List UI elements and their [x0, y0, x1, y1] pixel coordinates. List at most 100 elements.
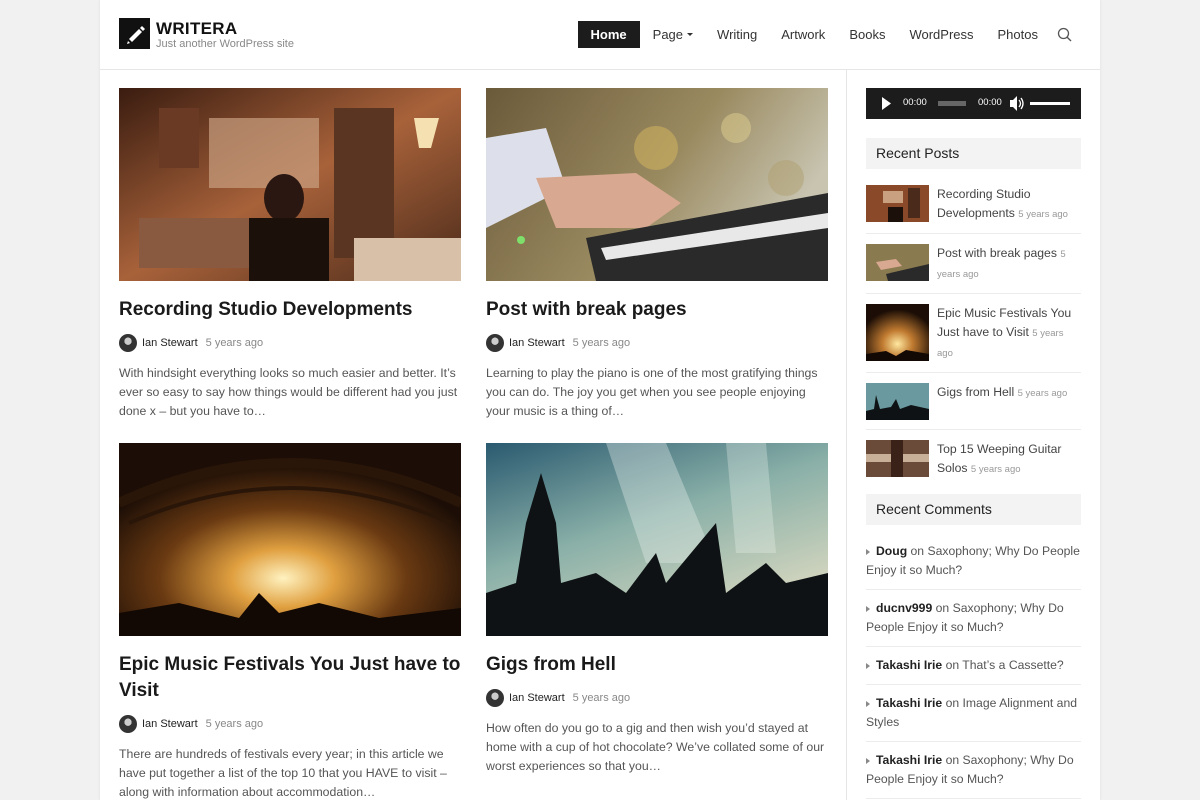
avatar [486, 334, 504, 352]
nav-item-artwork[interactable]: Artwork [769, 21, 837, 48]
recent-posts-title: Recent Posts [866, 138, 1081, 169]
comment-on: on [945, 696, 960, 710]
post-excerpt: Learning to play the piano is one of the… [486, 366, 818, 418]
post-card: Epic Music Festivals You Just have to Vi… [119, 443, 461, 800]
recent-post-time: 5 years ago [970, 464, 1021, 475]
post-meta: Ian Stewart 5 years ago [119, 714, 461, 734]
post-thumbnail-piano[interactable] [486, 88, 828, 281]
post-author[interactable]: Ian Stewart [142, 718, 198, 730]
post-title[interactable]: Gigs from Hell [486, 652, 828, 678]
post-title[interactable]: Epic Music Festivals You Just have to Vi… [119, 652, 461, 704]
comment-author[interactable]: ducnv999 [876, 601, 932, 615]
main-nav: Home Page Writing Artwork Books WordPres… [577, 21, 1074, 48]
sidebar: 00:00 00:00 Recent Posts Recording Studi… [866, 88, 1081, 799]
site-title[interactable]: WRITERA [156, 19, 237, 39]
post-title[interactable]: Recording Studio Developments [119, 297, 461, 323]
nav-item-wordpress[interactable]: WordPress [897, 21, 985, 48]
avatar [119, 334, 137, 352]
bullet-arrow-icon [866, 548, 870, 555]
recent-post-thumbnail[interactable] [866, 304, 929, 361]
list-item: ducnv999 on Saxophony; Why Do People Enj… [866, 590, 1081, 647]
pencil-icon [127, 26, 145, 44]
post-card: Post with break pages Ian Stewart 5 year… [486, 88, 828, 421]
recent-comments-title: Recent Comments [866, 494, 1081, 525]
list-item[interactable]: Top 15 Weeping Guitar Solos 5 years ago [866, 430, 1081, 488]
post-author[interactable]: Ian Stewart [142, 337, 198, 349]
volume-icon[interactable] [1010, 96, 1024, 111]
post-thumbnail-festival[interactable] [119, 443, 461, 636]
page-wrapper: WRITERA Just another WordPress site Home… [100, 0, 1100, 800]
post-time: 5 years ago [572, 337, 631, 349]
recent-post-title[interactable]: Recording Studio Developments [937, 187, 1031, 220]
nav-item-writing[interactable]: Writing [705, 21, 769, 48]
comment-author[interactable]: Doug [876, 544, 907, 558]
search-button[interactable] [1056, 26, 1074, 44]
post-thumbnail-recording-studio[interactable] [119, 88, 461, 281]
comment-on: on [945, 753, 960, 767]
comment-author[interactable]: Takashi Irie [876, 753, 942, 767]
search-icon [1057, 27, 1072, 41]
site-tagline: Just another WordPress site [156, 38, 294, 50]
nav-item-home[interactable]: Home [577, 21, 640, 48]
avatar [119, 715, 137, 733]
recent-posts-list: Recording Studio Developments 5 years ag… [866, 175, 1081, 488]
play-icon[interactable] [882, 97, 891, 110]
post-author[interactable]: Ian Stewart [509, 337, 565, 349]
list-item: Doug on Saxophony; Why Do People Enjoy i… [866, 533, 1081, 590]
post-card: Gigs from Hell Ian Stewart 5 years ago H… [486, 443, 828, 776]
list-item[interactable]: Gigs from Hell 5 years ago [866, 373, 1081, 430]
bullet-arrow-icon [866, 605, 870, 612]
list-item[interactable]: Recording Studio Developments 5 years ag… [866, 175, 1081, 234]
post-title[interactable]: Post with break pages [486, 297, 828, 323]
site-logo[interactable] [119, 18, 150, 49]
recent-post-thumbnail[interactable] [866, 440, 929, 477]
post-card: Recording Studio Developments Ian Stewar… [119, 88, 461, 421]
comment-author[interactable]: Takashi Irie [876, 696, 942, 710]
comment-author[interactable]: Takashi Irie [876, 658, 942, 672]
post-excerpt: With hindsight everything looks so much … [119, 366, 458, 418]
nav-item-page[interactable]: Page [641, 21, 705, 48]
recent-post-thumbnail[interactable] [866, 244, 929, 281]
audio-duration: 00:00 [978, 97, 1002, 108]
audio-current-time: 00:00 [903, 97, 927, 108]
post-grid: Recording Studio Developments Ian Stewar… [100, 70, 847, 800]
audio-progress-bar[interactable] [938, 101, 966, 106]
volume-slider[interactable] [1030, 102, 1070, 105]
post-excerpt: There are hundreds of festivals every ye… [119, 747, 447, 799]
recent-post-title[interactable]: Gigs from Hell [937, 385, 1014, 399]
bullet-arrow-icon [866, 700, 870, 707]
site-header: WRITERA Just another WordPress site Home… [100, 0, 1100, 70]
list-item: Takashi Irie on Image Alignment and Styl… [866, 685, 1081, 742]
post-time: 5 years ago [572, 692, 631, 704]
avatar [486, 689, 504, 707]
comment-post-link[interactable]: That’s a Cassette? [962, 658, 1063, 672]
recent-comments-list: Doug on Saxophony; Why Do People Enjoy i… [866, 533, 1081, 799]
post-excerpt: How often do you go to a gig and then wi… [486, 721, 825, 773]
recent-post-thumbnail[interactable] [866, 185, 929, 222]
list-item[interactable]: Epic Music Festivals You Just have to Vi… [866, 294, 1081, 373]
comment-on: on [945, 658, 960, 672]
post-meta: Ian Stewart 5 years ago [119, 333, 461, 353]
audio-player: 00:00 00:00 [866, 88, 1081, 119]
nav-item-photos[interactable]: Photos [986, 21, 1050, 48]
comment-on: on [910, 544, 925, 558]
list-item: Takashi Irie on Saxophony; Why Do People… [866, 742, 1081, 799]
post-thumbnail-gig[interactable] [486, 443, 828, 636]
recent-post-time: 5 years ago [1018, 209, 1068, 220]
chevron-down-icon [687, 33, 694, 36]
post-author[interactable]: Ian Stewart [509, 692, 565, 704]
comment-on: on [935, 601, 950, 615]
nav-item-label: Page [652, 27, 684, 42]
recent-post-time: 5 years ago [1017, 388, 1068, 399]
recent-post-title[interactable]: Post with break pages [937, 246, 1057, 260]
list-item[interactable]: Post with break pages 5 years ago [866, 234, 1081, 294]
bullet-arrow-icon [866, 662, 870, 669]
post-time: 5 years ago [205, 718, 264, 730]
recent-post-thumbnail[interactable] [866, 383, 929, 420]
list-item: Takashi Irie on That’s a Cassette? [866, 647, 1081, 685]
post-meta: Ian Stewart 5 years ago [486, 688, 828, 708]
post-time: 5 years ago [205, 337, 264, 349]
bullet-arrow-icon [866, 757, 870, 764]
nav-item-books[interactable]: Books [837, 21, 897, 48]
post-meta: Ian Stewart 5 years ago [486, 333, 828, 353]
